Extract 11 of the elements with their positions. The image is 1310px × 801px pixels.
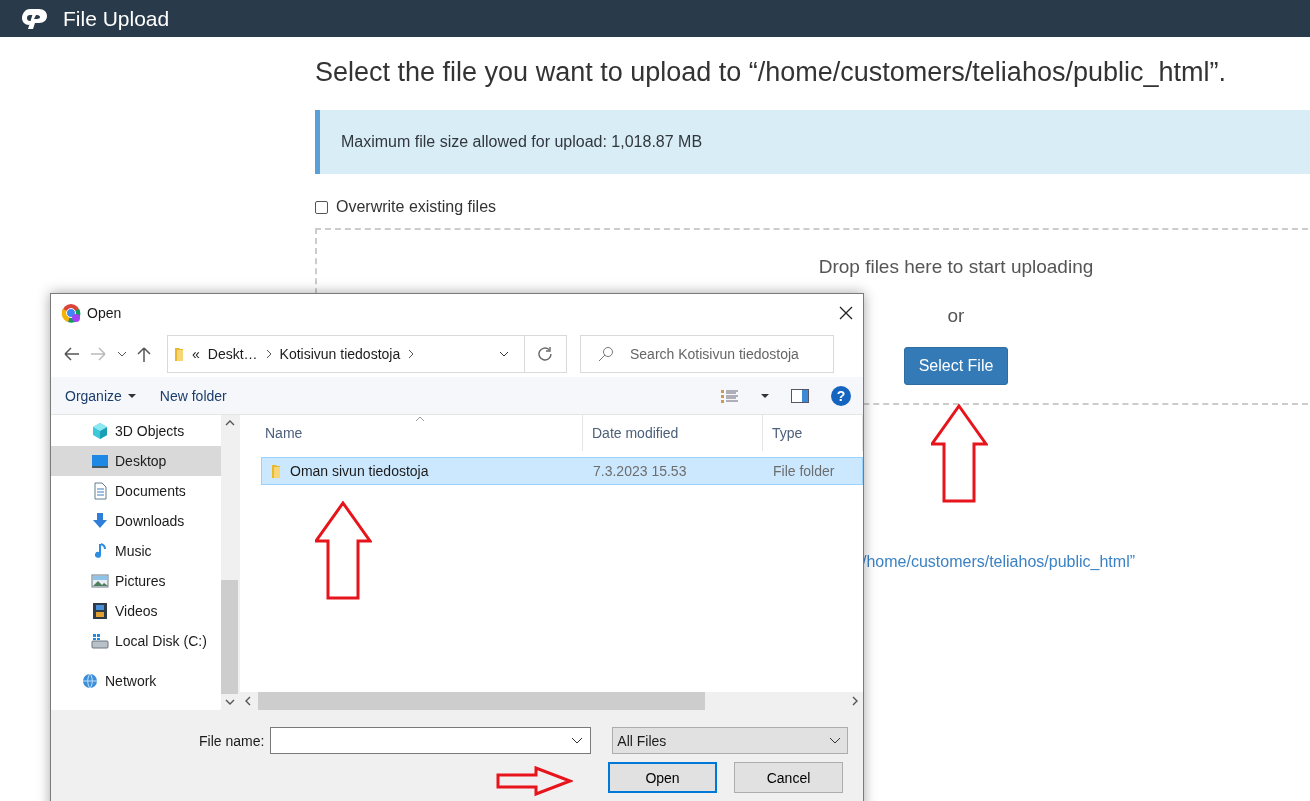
file-type: File folder bbox=[772, 463, 835, 479]
date-modified: 7.3.2023 15.53 bbox=[592, 463, 688, 479]
file-name-label: File name: bbox=[199, 732, 265, 749]
or-text: or bbox=[947, 305, 965, 327]
drop-hint: Drop files here to start uploading bbox=[818, 256, 1094, 278]
info-message: Maximum file size allowed for upload: 1,018.87 MB bbox=[315, 110, 1310, 174]
checkbox-label: Overwrite existing files bbox=[336, 198, 497, 216]
page-heading: Select the file you want to upload to “/home/customers/teliahos/public_html”. bbox=[315, 57, 1227, 88]
dialog-title: Open bbox=[87, 304, 122, 321]
app-title: File Upload bbox=[63, 6, 170, 31]
file-name: Oman sivun tiedostoja bbox=[290, 463, 429, 479]
